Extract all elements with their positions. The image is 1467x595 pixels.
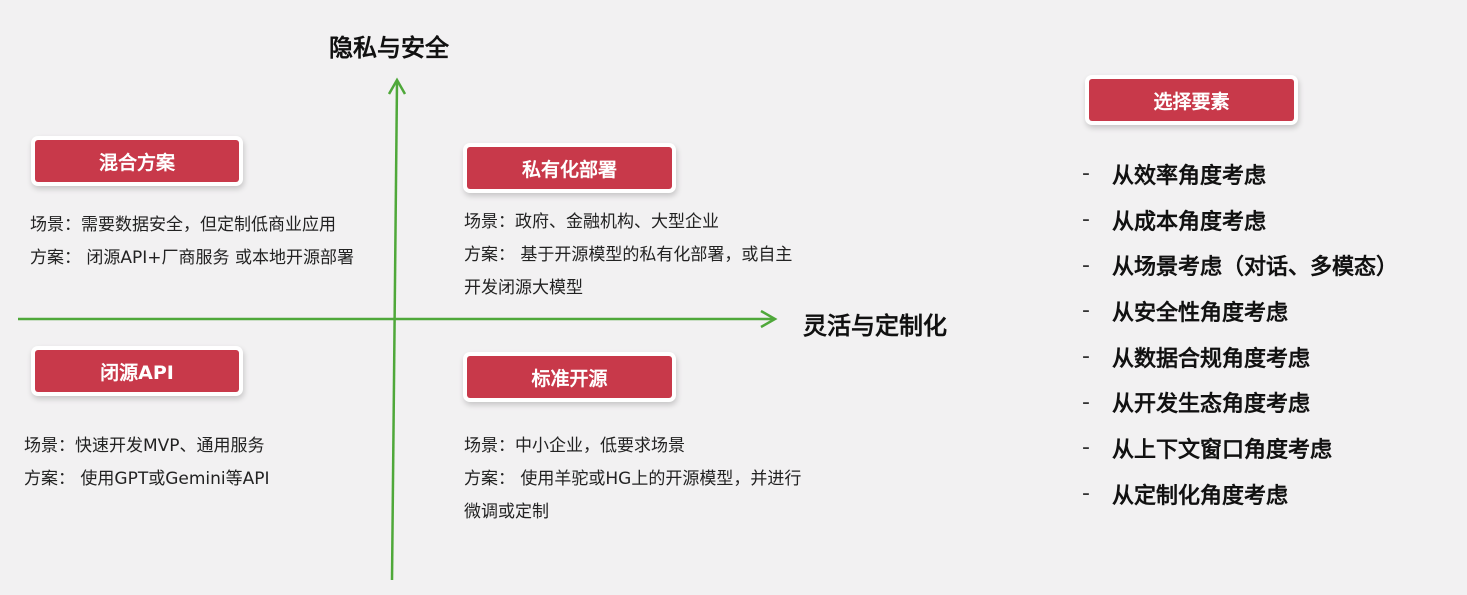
solution-text: 方案： 基于开源模型的私有化部署，或自主	[464, 245, 793, 265]
quadrant-hybrid-title: 混合方案	[35, 140, 239, 182]
quadrant-closed-api-desc: 场景：快速开发MVP、通用服务 方案： 使用GPT或Gemini等API	[24, 430, 270, 496]
solution-text: 方案： 使用GPT或Gemini等API	[24, 469, 270, 489]
bullet-dash: -	[1082, 207, 1090, 233]
bullet-dash: -	[1082, 252, 1090, 278]
bullet-dash: -	[1082, 435, 1090, 461]
factor-label: 从数据合规角度考虑	[1112, 346, 1311, 372]
x-axis-title: 灵活与定制化	[803, 312, 947, 340]
factor-label: 从场景考虑（对话、多模态）	[1112, 255, 1399, 281]
quadrant-closed-api-title: 闭源API	[35, 350, 239, 392]
bullet-dash: -	[1082, 481, 1090, 507]
quadrant-private-desc: 场景：政府、金融机构、大型企业 方案： 基于开源模型的私有化部署，或自主 开发闭…	[464, 206, 792, 305]
factor-label: 从安全性角度考虑	[1112, 300, 1289, 326]
scene-text: 场景：需要数据安全，但定制低商业应用	[30, 215, 336, 235]
list-item: - 从定制化角度考虑	[1082, 471, 1398, 517]
list-item: - 从数据合规角度考虑	[1082, 334, 1398, 380]
y-axis-line	[390, 81, 399, 581]
quadrant-open-source-title: 标准开源	[467, 356, 672, 398]
list-item: - 从开发生态角度考虑	[1082, 379, 1398, 425]
bullet-dash: -	[1082, 161, 1090, 187]
quadrant-hybrid-desc: 场景：需要数据安全，但定制低商业应用 方案： 闭源API+厂商服务 或本地开源部…	[30, 209, 354, 275]
factor-label: 从效率角度考虑	[1112, 163, 1267, 189]
factors-title: 选择要素	[1089, 79, 1294, 121]
factors-list: - 从效率角度考虑 - 从成本角度考虑 - 从场景考虑（对话、多模态） - 从安全性角度…	[1082, 151, 1398, 517]
bullet-dash: -	[1082, 298, 1090, 324]
factor-label: 从上下文窗口角度考虑	[1112, 437, 1333, 463]
solution-continued-text: 开发闭源大模型	[464, 278, 583, 298]
solution-continued-text: 微调或定制	[464, 502, 549, 522]
list-item: - 从成本角度考虑	[1082, 197, 1398, 243]
bullet-dash: -	[1082, 389, 1090, 415]
quadrant-private-title: 私有化部署	[467, 147, 672, 189]
list-item: - 从上下文窗口角度考虑	[1082, 425, 1398, 471]
list-item: - 从安全性角度考虑	[1082, 288, 1398, 334]
y-axis-title: 隐私与安全	[329, 34, 449, 62]
factor-label: 从开发生态角度考虑	[1112, 392, 1311, 418]
bullet-dash: -	[1082, 344, 1090, 370]
solution-text: 方案： 闭源API+厂商服务 或本地开源部署	[30, 248, 354, 268]
factor-label: 从成本角度考虑	[1112, 209, 1267, 235]
scene-text: 场景：中小企业，低要求场景	[464, 436, 685, 456]
solution-text: 方案： 使用羊驼或HG上的开源模型，并进行	[464, 469, 802, 489]
list-item: - 从场景考虑（对话、多模态）	[1082, 242, 1398, 288]
list-item: - 从效率角度考虑	[1082, 151, 1398, 197]
factor-label: 从定制化角度考虑	[1112, 483, 1289, 509]
quadrant-open-source-desc: 场景：中小企业，低要求场景 方案： 使用羊驼或HG上的开源模型，并进行 微调或定…	[464, 430, 801, 529]
scene-text: 场景：政府、金融机构、大型企业	[464, 212, 719, 232]
scene-text: 场景：快速开发MVP、通用服务	[24, 436, 265, 456]
